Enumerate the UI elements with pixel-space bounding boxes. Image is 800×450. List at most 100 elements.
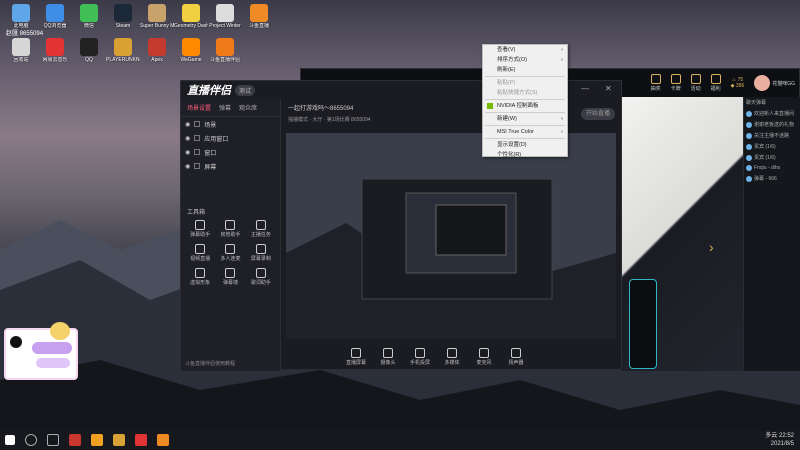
stream-tool-welfare[interactable]: 福利: [710, 74, 721, 92]
tool-button[interactable]: 歌词助手: [246, 268, 276, 286]
context-menu-item[interactable]: 排序方式(O) ›: [483, 55, 567, 65]
start-live-button[interactable]: 开始直播: [581, 108, 615, 120]
source-icon: [447, 348, 457, 358]
context-menu-item[interactable]: 新建(W) ›: [483, 114, 567, 124]
source-button[interactable]: 扬声器: [502, 348, 530, 366]
tab-audience[interactable]: 观众席: [239, 103, 257, 112]
eye-icon[interactable]: ◉: [185, 121, 190, 128]
minimize-icon[interactable]: —: [581, 84, 589, 93]
tool-button[interactable]: 弹幕助手: [185, 220, 215, 238]
app-icon: [80, 38, 98, 56]
windows-start-icon[interactable]: [5, 435, 15, 445]
context-menu-item[interactable]: 粘贴(P): [483, 78, 567, 88]
tool-button[interactable]: 视频直播: [185, 244, 215, 262]
scene-item[interactable]: ◉ 窗口: [181, 145, 280, 159]
scene-item[interactable]: ◉ 屏幕: [181, 159, 280, 173]
chat-message: 贵宾 (1/6): [744, 152, 800, 163]
system-tray[interactable]: 多云 22:52 2021/8/5: [765, 432, 794, 448]
context-menu-item[interactable]: 刷新(E): [483, 65, 567, 75]
tool-button[interactable]: 虚拟形象: [185, 268, 215, 286]
chat-text: 贵宾 (1/6): [754, 155, 776, 161]
scene-checkbox[interactable]: [194, 149, 201, 155]
chat-message: Fnqiu - dihs: [744, 163, 800, 173]
source-button[interactable]: 麦克风: [470, 348, 498, 366]
taskview-icon[interactable]: [47, 434, 59, 446]
clock-date: 2021/8/5: [770, 441, 794, 447]
scene-checkbox[interactable]: [194, 135, 201, 141]
tutorial-link[interactable]: 斗鱼直播伴侣使用教程: [185, 360, 235, 367]
app-taskbar-icon-4[interactable]: [135, 434, 147, 446]
desktop-icon[interactable]: 网易云音乐: [38, 38, 72, 63]
desktop-icon[interactable]: 斗鱼直播伴侣: [208, 38, 242, 63]
desktop-icon[interactable]: 微信: [72, 4, 106, 29]
streamer-sticker: [4, 322, 78, 380]
desktop-icon[interactable]: Project Winter: [208, 4, 242, 29]
menu-label: 个性化(R): [497, 152, 522, 158]
context-menu-item[interactable]: 显示设置(D): [483, 140, 567, 150]
app-logo: 直播伴侣: [187, 85, 231, 97]
tool-button[interactable]: 弹幕墙: [215, 268, 245, 286]
stream-preview[interactable]: [286, 133, 616, 339]
tool-button[interactable]: 主播任务: [246, 220, 276, 238]
desktop-icon-label: QQ浏览器: [43, 23, 67, 29]
source-button[interactable]: 手机投屏: [406, 348, 434, 366]
app-taskbar-icon-2[interactable]: [91, 434, 103, 446]
search-icon[interactable]: [25, 434, 37, 446]
desktop-icon[interactable]: 此电脑: [4, 4, 38, 29]
source-icon: [415, 348, 425, 358]
app-taskbar-icon-3[interactable]: [113, 434, 125, 446]
tool-button[interactable]: 屏幕录制: [246, 244, 276, 262]
desktop-icon[interactable]: Geometry Dash: [174, 4, 208, 29]
tool-icon: [195, 220, 206, 230]
context-menu-item[interactable]: 查看(V) ›: [483, 45, 567, 55]
source-button[interactable]: 直播屏幕: [342, 348, 370, 366]
tool-button[interactable]: 房管助手: [215, 220, 245, 238]
dog-avatar-icon: [50, 322, 70, 340]
weather-text: 多云: [765, 433, 778, 439]
menu-label: 新建(W): [497, 116, 517, 122]
app-icon: [250, 4, 268, 22]
context-menu-item[interactable]: 粘贴快捷方式(S): [483, 88, 567, 98]
stream-tool-card[interactable]: 卡牌: [670, 74, 681, 92]
preview-image: [286, 133, 616, 339]
desktop-icon-label: 网易云音乐: [42, 57, 68, 63]
close-icon[interactable]: ✕: [605, 84, 612, 93]
app-taskbar-icon-1[interactable]: [69, 434, 81, 446]
context-menu-item[interactable]: NVIDIA 控制面板: [483, 101, 567, 111]
sticker-bubble-small: [36, 358, 70, 368]
desktop-icon[interactable]: 回收站: [4, 38, 38, 63]
scene-checkbox[interactable]: [194, 163, 201, 169]
streamer-avatar[interactable]: 花猫咪GG: [754, 75, 795, 91]
desktop-icon[interactable]: PLAYERUNKNOWN'S BATTLEGROUNDS: [106, 38, 140, 63]
tool-button[interactable]: 多人连麦: [215, 244, 245, 262]
tool-label: 主播任务: [250, 232, 271, 238]
desktop-icon[interactable]: Apex: [140, 38, 174, 63]
app-icon: [182, 4, 200, 22]
scene-item[interactable]: ◉ 应用窗口: [181, 131, 280, 145]
eye-icon[interactable]: ◉: [185, 135, 190, 142]
desktop-icon[interactable]: Super Bunny Man: [140, 4, 174, 29]
chat-avatar: [746, 165, 752, 171]
desktop-icon[interactable]: Steam: [106, 4, 140, 29]
chevron-right-icon[interactable]: ›: [709, 239, 714, 255]
context-menu-item[interactable]: 个性化(R): [483, 150, 567, 160]
app-taskbar-icon-5[interactable]: [157, 434, 169, 446]
source-button[interactable]: 摄像头: [374, 348, 402, 366]
source-button[interactable]: 多媒体: [438, 348, 466, 366]
scene-item[interactable]: ◉ 场景: [181, 117, 280, 131]
tab-scenes[interactable]: 场景设置: [187, 103, 211, 112]
desktop-icon[interactable]: WeGame: [174, 38, 208, 63]
chat-text: 欢迎新人来直播间: [754, 111, 795, 117]
tab-danmu[interactable]: 弹幕: [219, 103, 231, 112]
stream-tool-lottery[interactable]: 抽奖: [650, 74, 661, 92]
eye-icon[interactable]: ◉: [185, 149, 190, 156]
app-icon: [12, 38, 30, 56]
desktop-icon[interactable]: QQ浏览器: [38, 4, 72, 29]
scene-checkbox[interactable]: [194, 121, 201, 127]
chevron-right-icon: ›: [561, 57, 563, 63]
desktop-icon[interactable]: QQ: [72, 38, 106, 63]
context-menu-item[interactable]: MSI True Color ›: [483, 127, 567, 137]
desktop-icon[interactable]: 斗鱼直播: [242, 4, 276, 29]
eye-icon[interactable]: ◉: [185, 163, 190, 170]
stream-tool-event[interactable]: 活动: [690, 74, 701, 92]
